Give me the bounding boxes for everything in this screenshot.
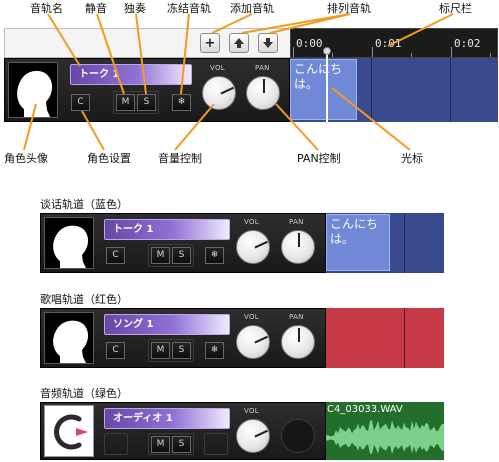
- freeze-track-button[interactable]: ❄: [205, 342, 224, 359]
- knob-pointer: [220, 86, 235, 95]
- track-name-field[interactable]: トーク 1: [70, 64, 192, 85]
- knob-pointer: [298, 328, 300, 342]
- volume-knob[interactable]: [236, 230, 270, 264]
- freeze-track-button[interactable]: ❄: [205, 247, 224, 264]
- knob-pointer: [263, 79, 265, 93]
- arrow-up-icon: [234, 38, 244, 48]
- beat-line: [450, 58, 451, 122]
- vol-label: VOL: [244, 407, 259, 415]
- audio-avatar[interactable]: [44, 405, 94, 457]
- knob-pointer: [254, 240, 269, 249]
- knob-pointer: [298, 233, 300, 247]
- silhouette-icon: [53, 320, 88, 363]
- vol-label: VOL: [244, 218, 259, 226]
- character-avatar[interactable]: [44, 312, 94, 364]
- ruler-tick: [490, 53, 491, 57]
- voice-clip[interactable]: こんにち は。: [326, 214, 390, 271]
- ruler-tick: [293, 47, 294, 57]
- ruler-tick: [372, 47, 373, 57]
- track-lane-song[interactable]: [326, 308, 444, 368]
- move-track-down-button[interactable]: [258, 33, 278, 53]
- silhouette-icon: [53, 225, 88, 268]
- ruler-label-2: 0:02: [454, 37, 481, 50]
- character-settings-button[interactable]: C: [106, 342, 125, 359]
- beat-line: [371, 58, 372, 122]
- callout-freeze-track: 冻结音轨: [167, 2, 211, 15]
- track-lane-audio[interactable]: C4_03033.WAV: [326, 402, 444, 460]
- mute-button[interactable]: M: [151, 436, 170, 453]
- solo-button[interactable]: S: [172, 436, 191, 453]
- volume-knob[interactable]: [236, 325, 270, 359]
- audio-logo-icon: [54, 414, 88, 450]
- arrow-down-icon: [263, 38, 273, 48]
- audio-waveform: [326, 420, 444, 455]
- playhead-cursor[interactable]: [326, 50, 328, 122]
- mute-button[interactable]: M: [151, 247, 170, 264]
- silhouette-icon: [17, 71, 52, 117]
- pan-knob[interactable]: [281, 325, 315, 359]
- empty-slot: [104, 433, 128, 455]
- ruler-tick: [411, 53, 412, 57]
- callout-character-avatar: 角色头像: [4, 152, 48, 165]
- pan-knob[interactable]: [246, 76, 280, 110]
- section-title-song: 歌唱轨道（红色）: [40, 293, 128, 306]
- callout-ruler: 标尺栏: [439, 2, 472, 15]
- character-settings-button[interactable]: C: [71, 94, 90, 111]
- move-track-up-button[interactable]: [229, 33, 249, 53]
- callout-solo: 独奏: [124, 2, 146, 15]
- solo-button[interactable]: S: [172, 247, 191, 264]
- callout-add-track: 添加音轨: [230, 2, 274, 15]
- knob-pointer: [254, 335, 269, 344]
- vol-label: VOL: [244, 313, 259, 321]
- solo-button[interactable]: S: [172, 342, 191, 359]
- callout-volume-control: 音量控制: [158, 152, 202, 165]
- timeline-ruler[interactable]: 0:00 0:01 0:02: [290, 28, 498, 58]
- volume-knob[interactable]: [236, 419, 270, 453]
- pan-label: PAN: [255, 64, 270, 72]
- mute-button[interactable]: M: [151, 342, 170, 359]
- pan-knob-disabled: [281, 419, 315, 453]
- vol-label: VOL: [210, 64, 225, 72]
- callout-track-name: 音轨名: [30, 2, 63, 15]
- callout-pan-control: PAN控制: [297, 152, 341, 165]
- track-name-field[interactable]: オーディオ 1: [104, 408, 230, 429]
- ruler-tick: [332, 53, 333, 57]
- track-lane-top[interactable]: こんにち は。: [290, 58, 498, 122]
- playhead-handle[interactable]: [323, 47, 331, 55]
- character-avatar[interactable]: [8, 62, 58, 118]
- pan-knob[interactable]: [281, 230, 315, 264]
- beat-line: [404, 308, 405, 368]
- voice-clip[interactable]: こんにち は。: [290, 59, 357, 120]
- section-title-audio: 音频轨道（绿色）: [40, 387, 128, 400]
- volume-knob[interactable]: [202, 76, 236, 110]
- freeze-track-button[interactable]: ❄: [172, 94, 191, 111]
- pan-label: PAN: [289, 313, 304, 321]
- section-title-talk: 谈话轨道（蓝色）: [40, 198, 128, 211]
- solo-button[interactable]: S: [137, 94, 156, 111]
- callout-character-settings: 角色设置: [87, 152, 131, 165]
- character-avatar[interactable]: [44, 217, 94, 269]
- callout-arrange-track: 排列音轨: [327, 2, 371, 15]
- ruler-label-1: 0:01: [375, 37, 402, 50]
- knob-pointer: [254, 429, 269, 438]
- ruler-label-0: 0:00: [296, 37, 323, 50]
- ruler-tick: [451, 47, 452, 57]
- empty-slot: [204, 433, 228, 455]
- callout-cursor: 光标: [401, 152, 423, 165]
- track-name-field[interactable]: トーク 1: [104, 219, 230, 240]
- mute-button[interactable]: M: [116, 94, 135, 111]
- beat-line: [404, 213, 405, 273]
- character-settings-button[interactable]: C: [106, 247, 125, 264]
- callout-mute: 静音: [85, 2, 107, 15]
- track-lane-talk[interactable]: こんにち は。: [326, 213, 444, 273]
- pan-label: PAN: [289, 218, 304, 226]
- track-name-field[interactable]: ソング 1: [104, 314, 230, 335]
- add-track-button[interactable]: +: [200, 33, 220, 53]
